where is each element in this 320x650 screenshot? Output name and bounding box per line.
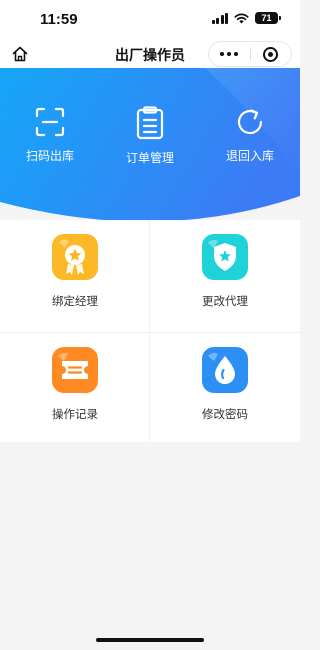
- order-management-label: 订单管理: [125, 151, 174, 165]
- change-agent-button[interactable]: 更改代理: [150, 220, 300, 330]
- scan-out-label: 扫码出库: [25, 149, 74, 163]
- battery-icon: 71: [255, 12, 281, 24]
- medal-icon: [52, 234, 98, 280]
- close-button[interactable]: [251, 42, 292, 66]
- status-icons: 71: [211, 12, 281, 24]
- target-icon: [263, 46, 279, 62]
- hero-banner: 扫码出库 订单管理 退回入库: [0, 68, 300, 228]
- bind-manager-button[interactable]: 绑定经理: [0, 220, 150, 330]
- more-icon: [220, 52, 239, 56]
- scan-out-button[interactable]: 扫码出库: [0, 106, 100, 164]
- wifi-icon: [234, 13, 249, 24]
- water-drop-icon: [202, 347, 248, 393]
- battery-level: 71: [261, 12, 272, 23]
- return-in-button[interactable]: 退回入库: [200, 106, 300, 164]
- order-management-button[interactable]: 订单管理: [100, 106, 200, 166]
- function-grid: 绑定经理 更改代理 操作记录 修改密码: [0, 220, 300, 442]
- shield-star-icon: [202, 234, 248, 280]
- bind-manager-label: 绑定经理: [52, 296, 98, 308]
- mini-program-capsule: [208, 41, 292, 67]
- status-bar: 11:59 71: [0, 0, 300, 40]
- home-indicator: [96, 638, 204, 642]
- refresh-icon: [237, 109, 263, 135]
- change-agent-label: 更改代理: [202, 296, 248, 308]
- operation-log-label: 操作记录: [52, 409, 98, 421]
- signal-icon: [211, 12, 228, 24]
- scan-icon: [35, 107, 65, 137]
- return-in-label: 退回入库: [225, 149, 274, 163]
- ticket-icon: [52, 347, 98, 393]
- more-button[interactable]: [209, 42, 250, 66]
- nav-bar: 出厂操作员: [0, 40, 300, 68]
- status-time: 11:59: [40, 11, 78, 28]
- clipboard-icon: [136, 106, 164, 140]
- operation-log-button[interactable]: 操作记录: [0, 333, 150, 443]
- change-password-label: 修改密码: [202, 409, 248, 421]
- change-password-button[interactable]: 修改密码: [150, 333, 300, 443]
